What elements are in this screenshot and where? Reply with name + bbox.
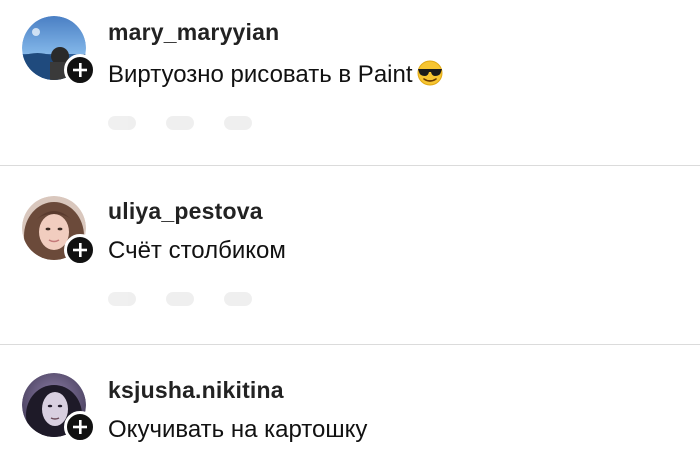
avatar-wrap[interactable]	[22, 196, 96, 266]
plus-icon	[73, 243, 87, 257]
comment-item: mary_maryyian Виртуозно рисовать в Paint	[0, 0, 700, 165]
comment-text: Счёт столбиком	[108, 237, 286, 264]
comment-text-content: Виртуозно рисовать в Paint	[108, 61, 413, 88]
plus-icon	[73, 63, 87, 77]
comment-item: ksjusha.nikitina Окучивать на картошку	[0, 345, 700, 453]
avatar-wrap[interactable]	[22, 373, 96, 443]
comment-actions	[108, 112, 252, 134]
comment-username[interactable]: uliya_pestova	[108, 198, 263, 225]
action-placeholder	[108, 292, 136, 306]
plus-icon	[73, 420, 87, 434]
avatar-wrap[interactable]	[22, 16, 96, 86]
smiling-face-with-sunglasses-icon	[417, 60, 443, 86]
comment-item: uliya_pestova Счёт столбиком	[0, 166, 700, 344]
action-placeholder	[108, 116, 136, 130]
comment-username[interactable]: mary_maryyian	[108, 19, 279, 46]
follow-add-button[interactable]	[64, 54, 96, 86]
comment-actions	[108, 288, 252, 310]
action-placeholder	[224, 116, 252, 130]
follow-add-button[interactable]	[64, 411, 96, 443]
follow-add-button[interactable]	[64, 234, 96, 266]
comment-text: Окучивать на картошку	[108, 416, 368, 443]
action-placeholder	[166, 116, 194, 130]
comment-text: Виртуозно рисовать в Paint	[108, 60, 445, 89]
action-placeholder	[224, 292, 252, 306]
action-placeholder	[166, 292, 194, 306]
comment-username[interactable]: ksjusha.nikitina	[108, 377, 284, 404]
